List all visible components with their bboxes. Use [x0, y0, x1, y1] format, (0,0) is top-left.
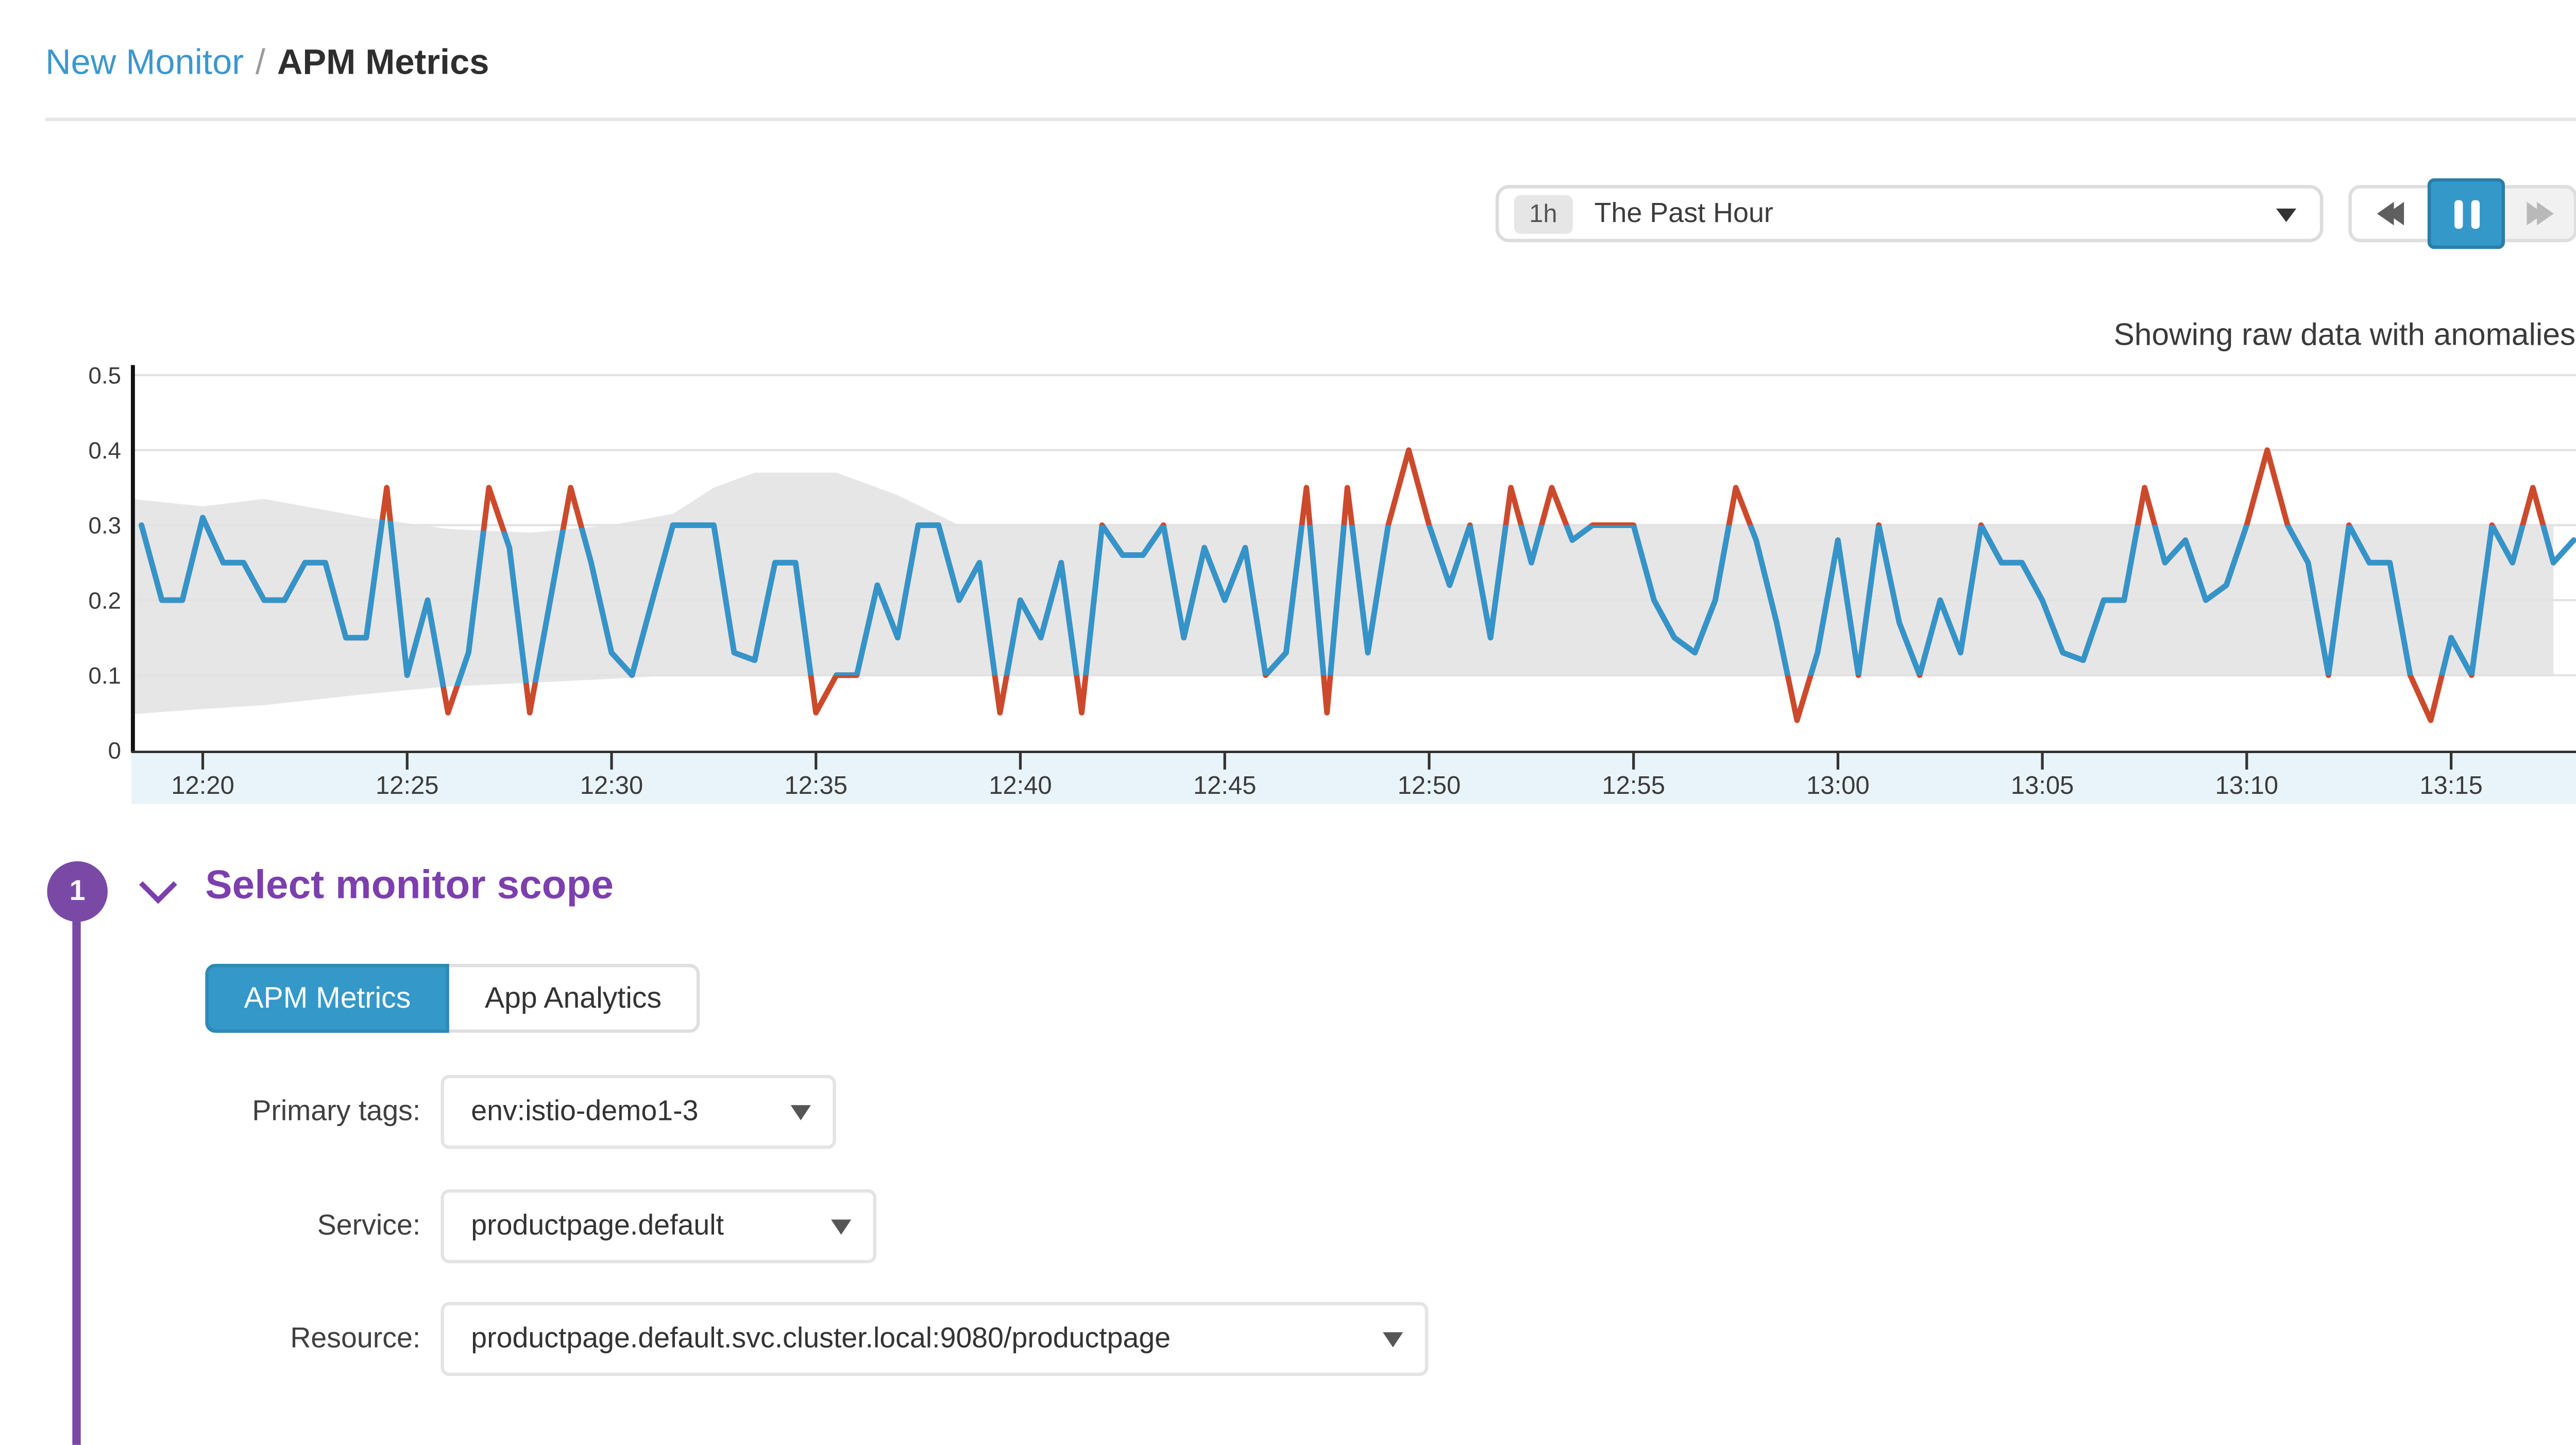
svg-text:13:00: 13:00: [1806, 772, 1870, 800]
primary-tags-label: Primary tags:: [0, 1075, 420, 1149]
tab-apm-metrics[interactable]: APM Metrics: [205, 964, 449, 1033]
resource-label: Resource:: [0, 1302, 420, 1376]
svg-text:0.4: 0.4: [89, 437, 122, 464]
svg-text:0.1: 0.1: [89, 662, 122, 689]
step-number: 1: [70, 875, 86, 908]
service-label: Service:: [0, 1189, 420, 1264]
pause-button[interactable]: [2428, 178, 2505, 249]
header-divider: [45, 118, 2576, 122]
svg-text:12:40: 12:40: [989, 772, 1052, 800]
resource-dropdown[interactable]: productpage.default.svc.cluster.local:90…: [441, 1302, 1429, 1376]
caret-down-icon: [791, 1105, 811, 1120]
pause-icon: [2453, 199, 2462, 228]
tab-app-analytics[interactable]: App Analytics: [449, 964, 700, 1033]
svg-text:0.2: 0.2: [89, 587, 122, 614]
caret-down-icon: [831, 1219, 851, 1234]
breadcrumb: New Monitor / APM Metrics: [45, 44, 489, 84]
breadcrumb-new-monitor-link[interactable]: New Monitor: [45, 44, 244, 82]
anomaly-chart-canvas[interactable]: 12:20 12:25 12:30 12:35 12:40 12:45 12:50 12:55…: [0, 345, 2576, 807]
primary-tags-value: env:istio-demo1-3: [471, 1095, 698, 1129]
service-dropdown[interactable]: productpage.default: [441, 1189, 877, 1264]
svg-text:12:20: 12:20: [171, 772, 234, 800]
svg-text:12:50: 12:50: [1398, 772, 1461, 800]
svg-text:13:05: 13:05: [2011, 772, 2074, 800]
scope-type-toggle: APM Metrics App Analytics: [205, 964, 700, 1033]
resource-value: productpage.default.svc.cluster.local:90…: [471, 1322, 1171, 1356]
page-title: APM Metrics: [277, 44, 489, 82]
breadcrumb-separator: /: [256, 44, 265, 82]
svg-text:12:45: 12:45: [1193, 772, 1257, 800]
fast-forward-button[interactable]: [2505, 189, 2574, 239]
svg-text:0.3: 0.3: [89, 513, 122, 539]
section-title: Select monitor scope: [205, 863, 614, 910]
timeframe-label: The Past Hour: [1594, 198, 1773, 230]
svg-text:13:10: 13:10: [2215, 772, 2279, 800]
svg-text:12:25: 12:25: [376, 772, 439, 800]
rewind-button[interactable]: [2352, 189, 2428, 239]
caret-down-icon: [2276, 209, 2296, 222]
svg-text:12:30: 12:30: [580, 772, 643, 800]
step-1-badge: 1: [47, 861, 108, 922]
chevron-down-icon[interactable]: [139, 866, 177, 904]
timeframe-badge: 1h: [1514, 194, 1572, 233]
svg-text:0: 0: [108, 738, 121, 764]
primary-tags-dropdown[interactable]: env:istio-demo1-3: [441, 1075, 836, 1149]
timeframe-select[interactable]: 1h The Past Hour: [1496, 185, 2324, 242]
svg-text:0.5: 0.5: [89, 362, 122, 388]
svg-text:12:55: 12:55: [1602, 772, 1665, 800]
caret-down-icon: [1383, 1332, 1403, 1347]
anomaly-chart-svg: 12:20 12:25 12:30 12:35 12:40 12:45 12:50 12:55…: [0, 345, 2576, 807]
svg-text:13:15: 13:15: [2419, 772, 2483, 800]
svg-text:12:35: 12:35: [784, 772, 848, 800]
service-value: productpage.default: [471, 1210, 724, 1243]
playback-controls: [2348, 185, 2576, 242]
page: New Monitor / APM Metrics 1h The Past Hour…: [0, 0, 2576, 1445]
